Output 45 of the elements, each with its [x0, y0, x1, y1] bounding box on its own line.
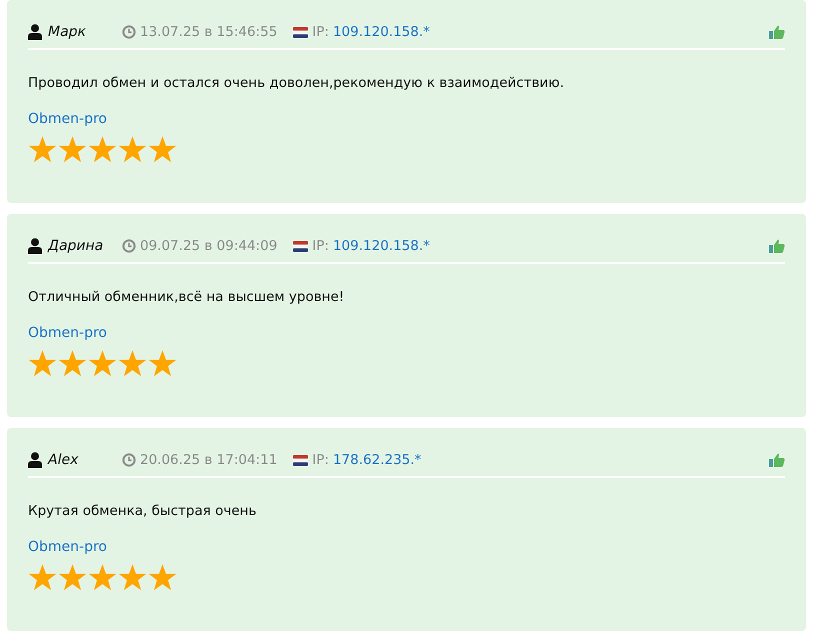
site-link[interactable]: Obmen-pro — [28, 539, 107, 555]
review-text: Крутая обменка, быстрая очень — [28, 503, 258, 519]
star-icon — [58, 135, 87, 164]
star-icon — [28, 135, 57, 164]
star-icon — [88, 349, 117, 378]
thumbs-up-icon[interactable] — [769, 239, 785, 253]
star-icon — [148, 563, 177, 592]
flag-icon — [293, 454, 308, 466]
review-text: Отличный обменник,всё на высшем уровне! — [28, 289, 346, 305]
star-icon — [88, 563, 117, 592]
review-date: 13.07.25 в 15:46:55 — [140, 24, 278, 40]
ip-address[interactable]: 178.62.235.* — [332, 452, 422, 468]
clock-icon — [122, 453, 136, 467]
star-icon — [148, 135, 177, 164]
thumbs-up-icon[interactable] — [769, 453, 785, 467]
clock-icon — [122, 239, 136, 253]
site-link[interactable]: Obmen-pro — [28, 111, 107, 127]
user-icon — [28, 452, 42, 468]
clock-icon — [122, 25, 136, 39]
ip-label: IP: — [312, 452, 329, 468]
ip-label: IP: — [312, 24, 329, 40]
author-name: Марк — [48, 24, 88, 40]
ip-label: IP: — [312, 238, 329, 254]
ip-address[interactable]: 109.120.158.* — [332, 24, 430, 40]
star-icon — [118, 349, 147, 378]
author-name: Alex — [48, 452, 80, 468]
star-icon — [58, 563, 87, 592]
star-icon — [58, 349, 87, 378]
review-date: 09.07.25 в 09:44:09 — [140, 238, 278, 254]
review-text: Проводил обмен и остался очень доволен,рекомендую к взаимодействию. — [28, 75, 565, 91]
star-icon — [118, 135, 147, 164]
review-date: 20.06.25 в 17:04:11 — [140, 452, 278, 468]
flag-icon — [293, 240, 308, 252]
star-icon — [28, 349, 57, 378]
thumbs-up-icon[interactable] — [769, 25, 785, 39]
star-icon — [148, 349, 177, 378]
star-icon — [118, 563, 147, 592]
site-link[interactable]: Obmen-pro — [28, 325, 107, 341]
author-name: Дарина — [48, 238, 104, 254]
flag-icon — [293, 26, 308, 38]
star-icon — [88, 135, 117, 164]
star-icon — [28, 563, 57, 592]
ip-address[interactable]: 109.120.158.* — [332, 238, 430, 254]
user-icon — [28, 238, 42, 254]
user-icon — [28, 24, 42, 40]
